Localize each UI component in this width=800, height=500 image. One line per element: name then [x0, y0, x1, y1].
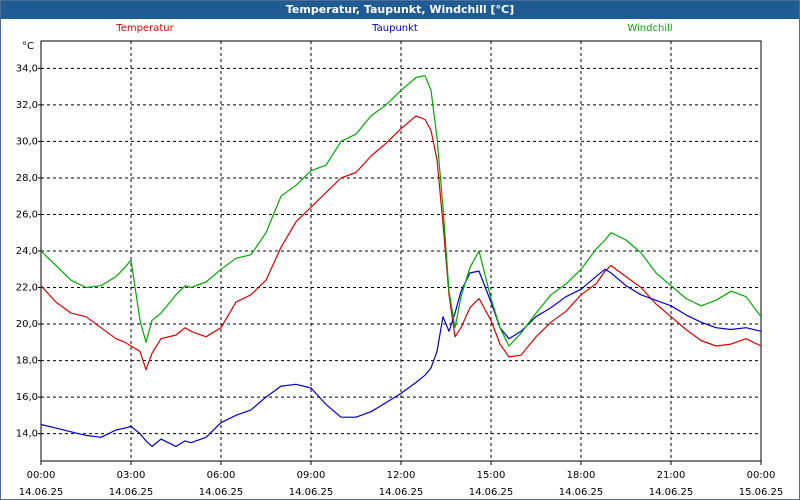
chart-window: Temperatur, Taupunkt, Windchill [°C] 14,…	[0, 0, 800, 500]
legend-taupunkt: Taupunkt	[371, 23, 418, 34]
legend-temperatur: Temperatur	[115, 23, 174, 34]
x-tick-time: 18:00	[567, 470, 596, 481]
x-tick-date: 14.06.25	[199, 487, 244, 498]
x-tick-time: 03:00	[117, 470, 146, 481]
x-tick-date: 14.06.25	[289, 487, 334, 498]
y-tick-label: 26,0	[16, 209, 38, 220]
y-tick-label: 18,0	[16, 356, 38, 367]
x-tick-time: 00:00	[747, 470, 776, 481]
x-tick-date: 14.06.25	[19, 487, 64, 498]
x-tick-date: 14.06.25	[649, 487, 694, 498]
x-tick-date: 14.06.25	[109, 487, 154, 498]
window-title: Temperatur, Taupunkt, Windchill [°C]	[1, 1, 799, 19]
y-tick-label: 32,0	[16, 100, 38, 111]
x-tick-date: 14.06.25	[379, 487, 424, 498]
y-tick-label: 14,0	[16, 429, 38, 440]
y-tick-label: 22,0	[16, 283, 38, 294]
y-tick-label: 30,0	[16, 136, 38, 147]
y-tick-label: 34,0	[16, 63, 38, 74]
y-tick-label: 20,0	[16, 319, 38, 330]
y-tick-label: 28,0	[16, 173, 38, 184]
x-tick-time: 09:00	[297, 470, 326, 481]
legend-windchill: Windchill	[627, 23, 672, 34]
x-tick-date: 14.06.25	[559, 487, 604, 498]
x-tick-time: 06:00	[207, 470, 236, 481]
y-tick-label: 16,0	[16, 392, 38, 403]
x-tick-date: 15.06.25	[739, 487, 784, 498]
y-tick-label: 24,0	[16, 246, 38, 257]
x-tick-time: 21:00	[657, 470, 686, 481]
x-tick-date: 14.06.25	[469, 487, 514, 498]
x-tick-time: 15:00	[477, 470, 506, 481]
x-tick-time: 00:00	[27, 470, 56, 481]
x-tick-time: 12:00	[387, 470, 416, 481]
line-chart: 14,0 16,0 18,0 20,0 22,0 24,0 26,0 28,0 30,0 32,0…	[16, 23, 784, 498]
y-axis-label: °C	[22, 41, 34, 52]
